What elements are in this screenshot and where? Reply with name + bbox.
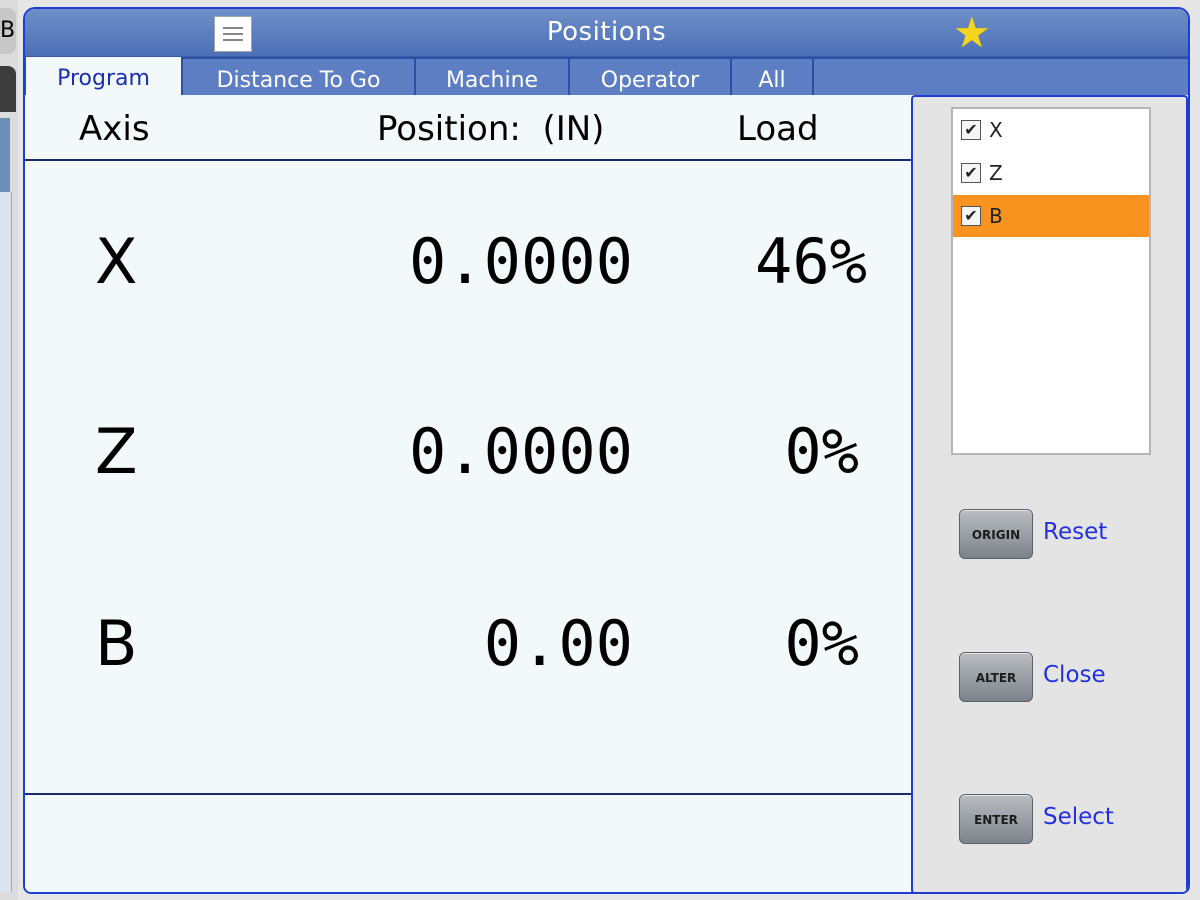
origin-key-button[interactable]: ORIGIN [959, 509, 1033, 559]
footer-divider [25, 793, 911, 795]
axis-list-label-x: X [989, 118, 1003, 142]
header-divider [25, 159, 911, 161]
favorite-star-icon[interactable]: ★ [953, 11, 991, 55]
row-axis-x: X [95, 225, 138, 298]
header-axis: Axis [79, 109, 150, 149]
header-position: Position: (IN) [377, 109, 605, 149]
select-label[interactable]: Select [1043, 804, 1114, 830]
tab-distance-to-go[interactable]: Distance To Go [182, 57, 415, 95]
tab-machine[interactable]: Machine [415, 57, 569, 95]
checkbox-b[interactable]: ✔ [961, 206, 981, 226]
positions-window: Positions ★ Program Distance To Go Machi… [23, 7, 1190, 894]
tab-bar: Program Distance To Go Machine Operator … [25, 57, 1188, 95]
tab-operator[interactable]: Operator [569, 57, 731, 95]
row-position-b: 0.00 [483, 607, 633, 680]
axis-list-item-x[interactable]: ✔ X [953, 109, 1149, 151]
tab-program[interactable]: Program [25, 57, 182, 95]
checkbox-x[interactable]: ✔ [961, 120, 981, 140]
tab-all[interactable]: All [731, 57, 813, 95]
row-load-z: 0% [784, 415, 859, 488]
tab-bar-filler [813, 57, 1188, 95]
enter-key-button[interactable]: ENTER [959, 794, 1033, 844]
window-title: Positions [546, 17, 667, 47]
row-axis-z: Z [95, 415, 138, 488]
axis-list-item-z[interactable]: ✔ Z [953, 152, 1149, 194]
row-load-b: 0% [784, 607, 859, 680]
alter-key-button[interactable]: ALTER [959, 652, 1033, 702]
title-bar: Positions ★ [25, 9, 1188, 57]
row-axis-b: B [95, 607, 138, 680]
close-label[interactable]: Close [1043, 662, 1106, 688]
adjacent-panel-selection [0, 118, 10, 192]
row-position-x: 0.0000 [409, 225, 633, 298]
axis-list-label-z: Z [989, 161, 1003, 185]
adjacent-panel-body [0, 192, 12, 892]
axis-list-label-b: B [989, 204, 1003, 228]
reset-label[interactable]: Reset [1043, 519, 1107, 545]
header-load: Load [737, 109, 819, 149]
axis-checklist: ✔ X ✔ Z ✔ B [951, 107, 1151, 455]
adjacent-panel-header [0, 66, 16, 112]
checkbox-z[interactable]: ✔ [961, 163, 981, 183]
axis-list-item-b[interactable]: ✔ B [953, 195, 1149, 237]
adjacent-panel-edge: B [0, 0, 18, 900]
positions-table: Axis Position: (IN) Load X 0.0000 46% Z … [25, 95, 911, 892]
row-position-z: 0.0000 [409, 415, 633, 488]
adjacent-tab[interactable]: B [0, 8, 16, 54]
side-panel: ✔ X ✔ Z ✔ B ORIGIN Reset ALTER Close ENT… [911, 95, 1188, 892]
row-load-x: 46% [755, 225, 867, 298]
